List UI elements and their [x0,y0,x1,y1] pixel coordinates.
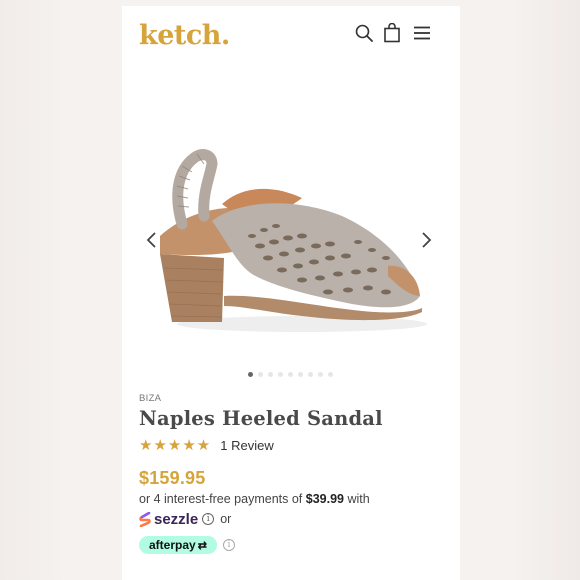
sezzle-row: sezzle i or [139,509,231,529]
installment-text: or 4 interest-free payments of $39.99 wi… [139,492,370,506]
info-icon[interactable]: i [222,539,235,551]
chevron-right-icon[interactable] [418,230,434,250]
product-page: ketch. BIZA Naples Heeled Sandal ★★★★★ 1… [122,6,460,580]
info-icon[interactable]: i [202,513,215,525]
pagination-dot[interactable] [268,372,273,377]
pagination-dot[interactable] [258,372,263,377]
product-image [160,149,427,332]
sezzle-mark-icon [139,511,151,527]
review-count-link[interactable]: 1 Review [220,438,273,453]
pagination-dot[interactable] [288,372,293,377]
product-rating[interactable]: ★★★★★ 1 Review [139,436,274,454]
product-price: $159.95 [139,468,206,488]
brand-logo[interactable]: ketch. [139,20,230,51]
menu-icon[interactable] [412,23,432,43]
sezzle-label: sezzle [154,510,199,528]
pagination-dot[interactable] [248,372,253,377]
pagination-dot[interactable] [318,372,323,377]
gallery-pagination [248,372,333,377]
afterpay-arrows-icon: ⇄ [197,539,207,552]
afterpay-row: afterpay ⇄ i [139,536,235,554]
pagination-dot[interactable] [328,372,333,377]
sezzle-logo[interactable]: sezzle [139,511,198,528]
afterpay-label: afterpay [149,538,196,552]
search-icon[interactable] [354,23,374,43]
product-title: Naples Heeled Sandal [139,407,383,430]
installment-prefix: or 4 interest-free payments of [139,492,306,506]
product-brand[interactable]: BIZA [139,393,161,404]
star-rating-icon: ★★★★★ [139,436,212,454]
or-label: or [220,512,232,526]
installment-suffix: with [343,492,370,506]
pagination-dot[interactable] [278,372,283,377]
installment-amount: $39.99 [305,492,344,506]
afterpay-badge[interactable]: afterpay ⇄ [139,536,217,554]
shopping-bag-icon[interactable] [382,23,402,43]
product-image-gallery[interactable] [122,126,460,366]
pagination-dot[interactable] [298,372,303,377]
pagination-dot[interactable] [308,372,313,377]
